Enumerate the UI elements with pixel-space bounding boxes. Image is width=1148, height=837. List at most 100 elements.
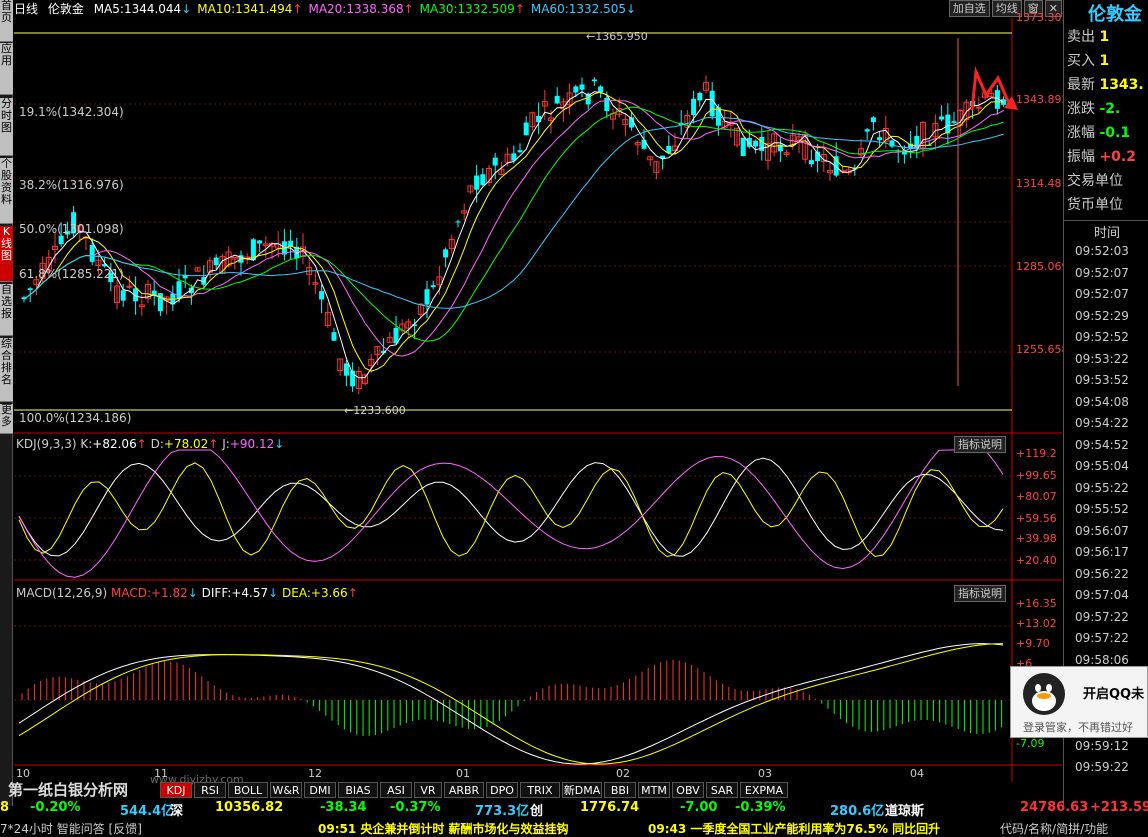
tab-bias[interactable]: BIAS <box>338 782 378 798</box>
tick-time: 09:56:22 <box>1075 566 1129 581</box>
sidebar-apps[interactable]: 应用 <box>0 43 13 95</box>
status-value: -7.00 <box>680 800 718 815</box>
kdj-legend: KDJ(9,3,3) K:+82.06↑ D:+78.02↑ J:+90.12↓ <box>16 437 285 451</box>
qq-popup[interactable]: 开启QQ未 登录管家，不再错过好 <box>1010 666 1148 738</box>
tab-trix[interactable]: TRIX <box>520 782 560 798</box>
price-axis-label: 1285.069 <box>1016 260 1069 273</box>
macd-axis-label: +13.02 <box>1016 617 1057 630</box>
tab-rsi[interactable]: RSI <box>194 782 226 798</box>
price-axis-label: 1255.658 <box>1016 343 1069 356</box>
fib-label: 100.0%(1234.186) <box>19 411 132 425</box>
status-value: -0.20% <box>30 800 81 815</box>
tick-time: 09:55:22 <box>1075 480 1129 495</box>
status-value: 道琼斯 <box>885 804 925 819</box>
sidebar-kline[interactable]: K线图 <box>0 226 13 282</box>
sidebar-home[interactable]: 首页 <box>0 0 13 42</box>
tick-time: 09:53:52 <box>1075 373 1129 387</box>
fib-label: 50.0%(1301.098) <box>19 222 124 236</box>
tab-vr[interactable]: VR <box>414 782 442 798</box>
status-value: 8 <box>0 800 10 815</box>
price-axis-label: 1343.892 <box>1016 93 1069 106</box>
tab-kdj[interactable]: KDJ <box>160 782 192 798</box>
kdj-axis-label: +80.07 <box>1016 490 1057 503</box>
tab-dmi[interactable]: DMI <box>304 782 336 798</box>
market-status-bar: 8 -0.20% 544.4亿深 10356.82 -38.34 -0.37% 773.3亿… <box>0 800 1148 819</box>
kdj-help-button[interactable]: 指标说明 <box>954 436 1006 453</box>
tab-obv[interactable]: OBV <box>672 782 704 798</box>
indicator-tabs: 第一纸白银分析网 www.diyizby.com KDJ RSI BOLL W&R DM… <box>0 773 1148 799</box>
tab-mtm[interactable]: MTM <box>638 782 670 798</box>
status-value: 10356.82 <box>215 800 284 815</box>
sidebar-ranking[interactable]: 综合排名 <box>0 338 13 402</box>
tick-time: 09:52:07 <box>1075 265 1129 280</box>
tick-time: 09:52:07 <box>1075 287 1129 301</box>
status-value: -0.39% <box>735 800 786 815</box>
x-axis-label: 01 <box>456 767 470 780</box>
tick-time: 09:58:06 <box>1075 652 1129 667</box>
price-axis-label: 1373.303 <box>1016 11 1069 24</box>
sidebar-more[interactable]: 更多 <box>0 404 13 434</box>
macd-help-button[interactable]: 指标说明 <box>954 585 1006 602</box>
quote-row: 最新 1343. <box>1067 77 1144 93</box>
tick-time: 09:56:07 <box>1075 523 1129 538</box>
tick-time: 09:54:52 <box>1075 437 1129 452</box>
kdj-axis-label: +119.2 <box>1016 447 1057 460</box>
tick-time: 09:54:08 <box>1075 394 1129 409</box>
sidebar-timeshare[interactable]: 分时图 <box>0 98 13 156</box>
tick-time: 09:55:04 <box>1075 459 1129 473</box>
tab-boll[interactable]: BOLL <box>228 782 268 798</box>
status-value: 创 <box>530 804 544 819</box>
search-hint[interactable]: 代码/名称/简拼/功能 <box>1000 820 1108 837</box>
tab-dma[interactable]: 新DMA <box>562 782 602 798</box>
status-value: 773.3亿 <box>475 804 530 819</box>
macd-axis-label: +9.70 <box>1016 637 1050 650</box>
quote-row: 买入 1 <box>1067 53 1110 69</box>
tick-time: 09:59:12 <box>1075 738 1129 753</box>
fib-label: 38.2%(1316.976) <box>19 178 124 192</box>
status-value: -38.34 <box>320 800 367 815</box>
news-item[interactable]: 09:51 央企兼并倒计时 薪酬市场化与效益挂钩 <box>318 820 569 837</box>
status-value: 深 <box>170 804 184 819</box>
x-axis-label: 03 <box>758 767 772 780</box>
chart-area: 日线 伦敦金 MA5:1344.044↓ MA10:1341.494↑ MA20:1… <box>14 0 1069 806</box>
news-item[interactable]: 09:43 一季度全国工业产能利用率为76.5% 同比回升 <box>648 820 940 837</box>
sidebar-stock-info[interactable]: 个股资料 <box>0 158 13 224</box>
quote-row: 货币单位 <box>1067 197 1123 213</box>
tick-time: 09:56:17 <box>1075 545 1129 559</box>
tab-wr[interactable]: W&R <box>270 782 302 798</box>
status-value: -0.37% <box>390 800 441 815</box>
tab-expma[interactable]: EXPMA <box>740 782 788 798</box>
macd-axis-label: +16.35 <box>1016 597 1057 610</box>
tick-time: 09:57:22 <box>1075 609 1129 624</box>
news-left[interactable]: 7*24小时 智能问答 [反馈] <box>0 820 142 837</box>
status-value: 1776.74 <box>580 800 640 815</box>
tab-bbi[interactable]: BBI <box>604 782 636 798</box>
tick-time: 09:52:52 <box>1075 330 1129 344</box>
watermark: 第一纸白银分析网 <box>8 781 129 799</box>
status-value: 544.4亿 <box>120 804 175 819</box>
tab-asi[interactable]: ASI <box>380 782 412 798</box>
news-bar: 7*24小时 智能问答 [反馈] 09:51 央企兼并倒计时 薪酬市场化与效益挂… <box>0 820 1148 836</box>
fib-label: 61.8%(1285.221) <box>19 267 124 281</box>
x-axis-label: 12 <box>308 767 322 780</box>
tick-time: 09:59:22 <box>1075 760 1129 774</box>
popup-body: 登录管家，不再错过好 <box>1023 721 1133 734</box>
quote-row: 涨幅 -0.1 <box>1067 125 1131 141</box>
time-header: 时间 <box>1094 226 1121 241</box>
tab-sar[interactable]: SAR <box>706 782 738 798</box>
qq-penguin-icon <box>1023 673 1065 715</box>
sidebar-watchlist[interactable]: 自选报 <box>0 284 13 336</box>
price-axis-label: 1314.481 <box>1016 177 1069 190</box>
tick-time: 09:57:04 <box>1075 588 1129 602</box>
kdj-axis-label: +99.65 <box>1016 469 1057 482</box>
macd-axis-label: -7.09 <box>1016 737 1045 750</box>
kdj-axis-label: +20.40 <box>1016 554 1057 567</box>
status-value: 280.6亿 <box>830 804 885 819</box>
tab-arbr[interactable]: ARBR <box>444 782 484 798</box>
kdj-axis-label: +59.56 <box>1016 512 1057 525</box>
macd-legend: MACD(12,26,9) MACD:+1.82↓ DIFF:+4.57↓ DE… <box>16 586 358 600</box>
tab-dpo[interactable]: DPO <box>486 782 518 798</box>
tick-time: 09:52:29 <box>1075 308 1129 323</box>
high-label: ←1365.950 <box>586 30 648 43</box>
quote-row: 卖出 1 <box>1067 29 1110 45</box>
